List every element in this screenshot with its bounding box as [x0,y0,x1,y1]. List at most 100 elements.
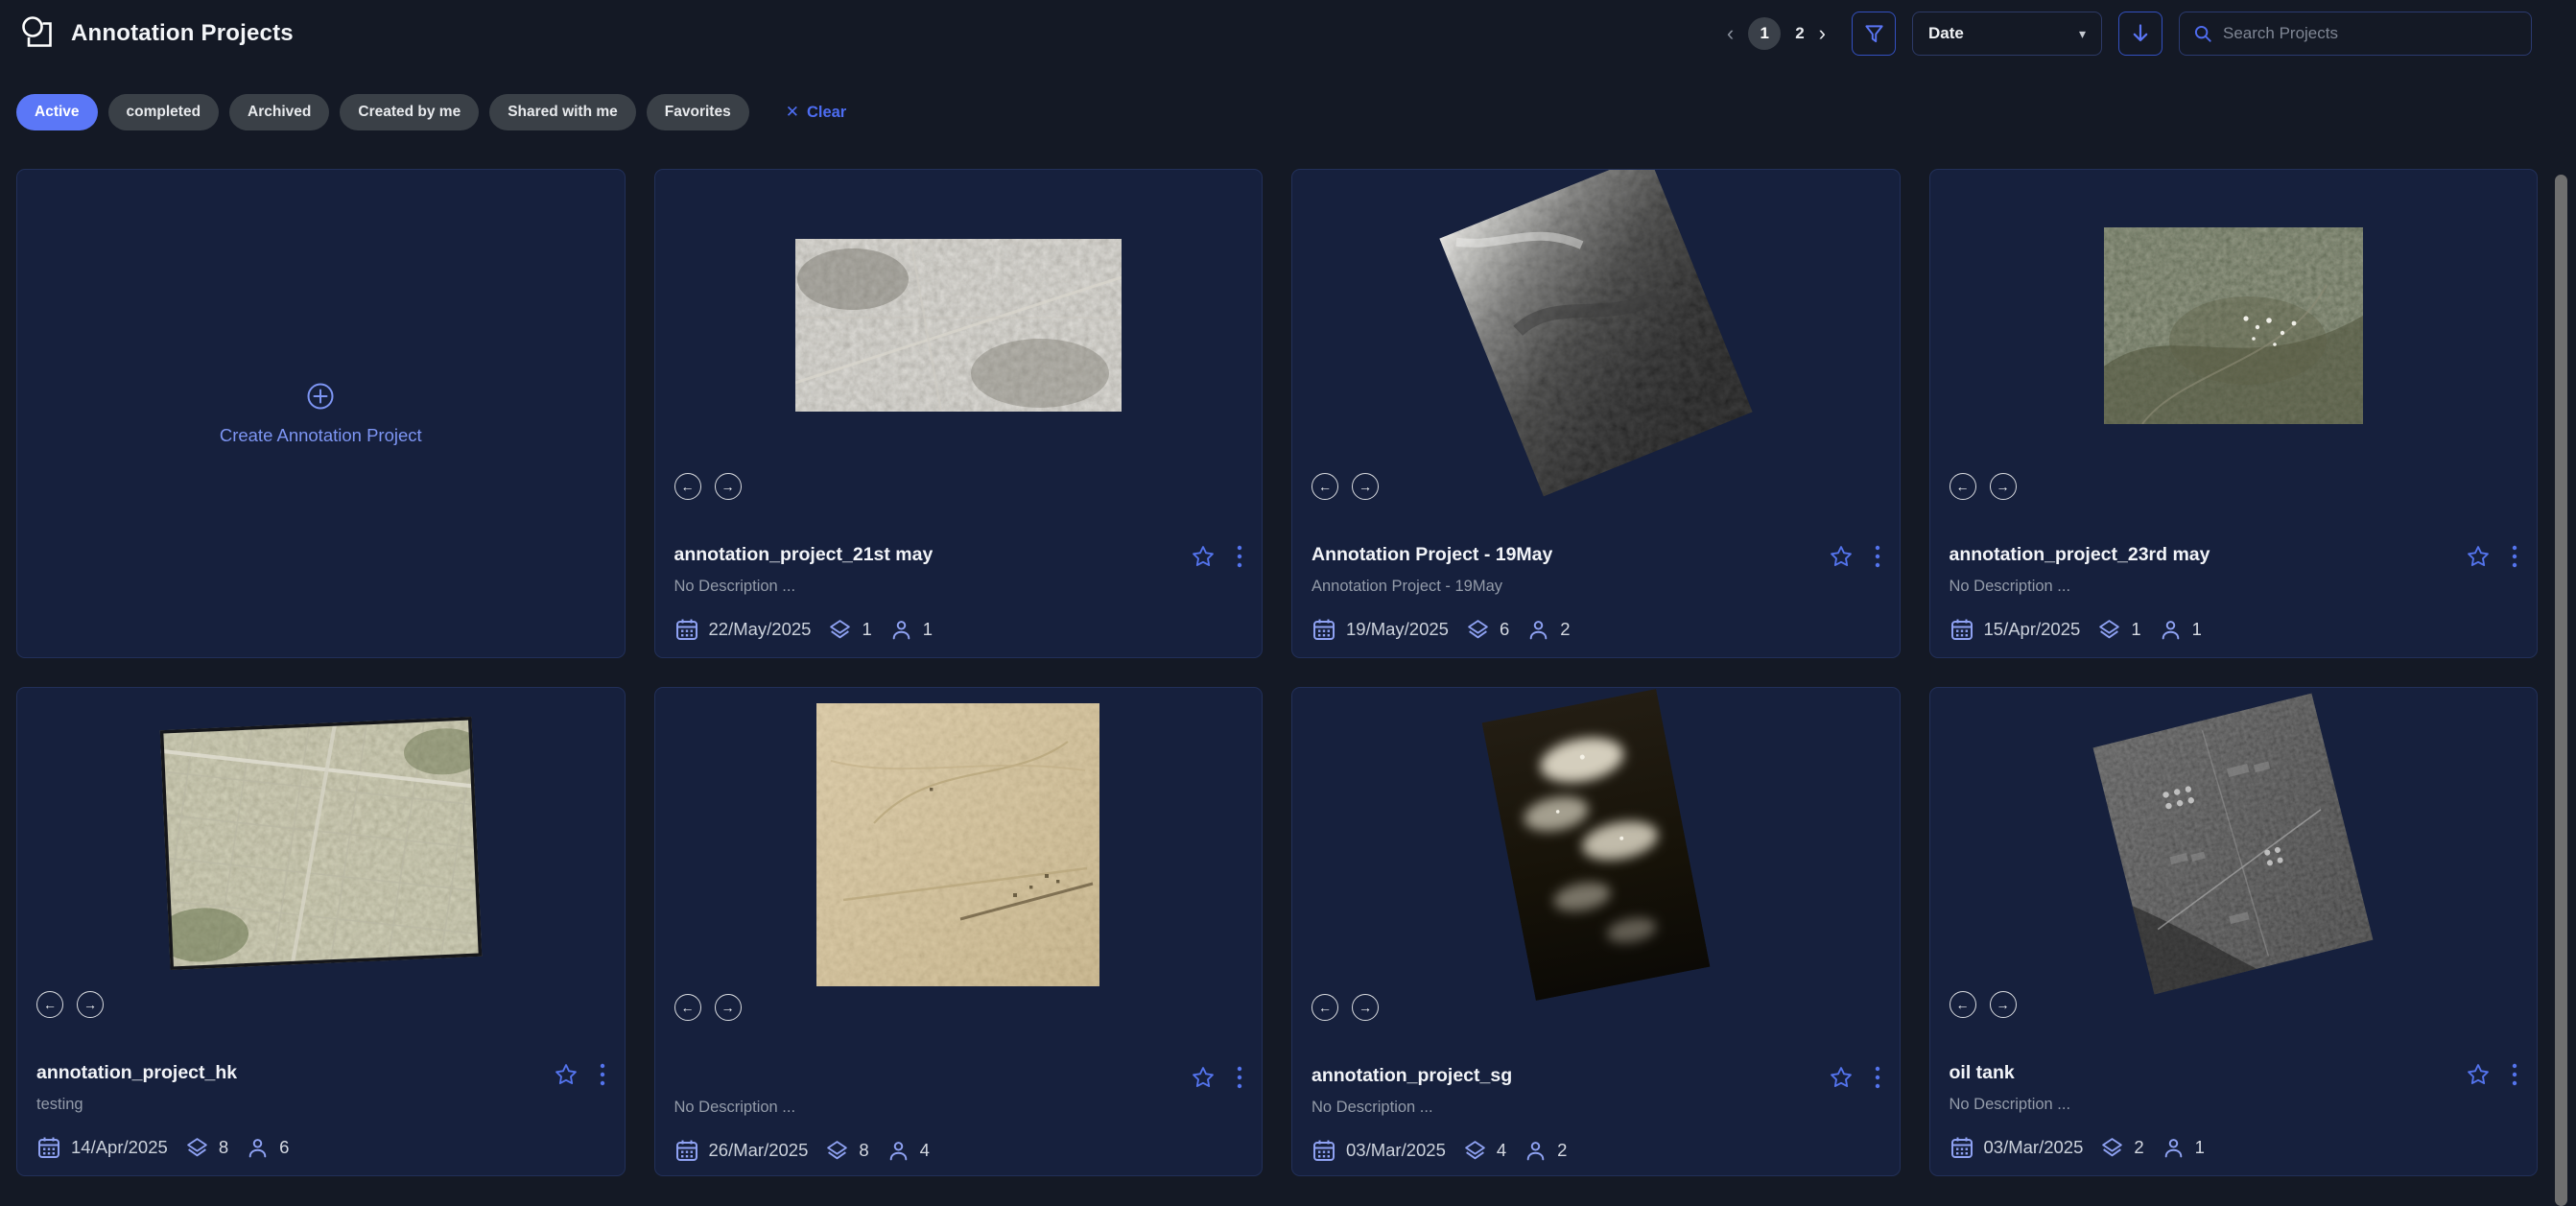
kebab-icon [1875,1066,1880,1089]
page-title: Annotation Projects [71,20,294,47]
project-date: 26/Mar/2025 [709,1140,809,1161]
prev-image-button[interactable]: ← [674,994,701,1021]
project-title: Annotation Project - 19May [1312,544,1552,566]
project-card[interactable]: ← → annotation_project_23rd may No Descr… [1929,169,2539,658]
more-options-button[interactable] [1875,545,1880,568]
person-icon [1526,618,1550,642]
kebab-icon [1237,545,1242,568]
layers-icon [1463,1139,1487,1163]
clear-label: Clear [807,104,846,122]
create-project-card[interactable]: Create Annotation Project [16,169,626,658]
users-count: 4 [920,1140,930,1161]
favorite-button[interactable] [2466,544,2491,569]
more-options-button[interactable] [2512,1063,2517,1086]
funnel-icon [1863,23,1885,45]
more-options-button[interactable] [1237,545,1242,568]
calendar-icon [1312,1138,1336,1163]
prev-image-button[interactable]: ← [674,473,701,500]
favorite-button[interactable] [1191,1065,1216,1090]
project-title: annotation_project_sg [1312,1065,1512,1087]
layers-icon [828,618,852,642]
sort-direction-button[interactable] [2118,12,2162,56]
pagination-next-icon[interactable]: › [1819,23,1826,44]
filter-chip-archived[interactable]: Archived [229,94,329,130]
more-options-button[interactable] [1237,1066,1242,1089]
calendar-icon [1312,617,1336,642]
filter-chip-shared-with-me[interactable]: Shared with me [489,94,636,130]
prev-image-button[interactable]: ← [1312,473,1338,500]
filter-chip-favorites[interactable]: Favorites [647,94,749,130]
layers-count: 1 [2131,619,2140,640]
scrollbar-thumb[interactable] [2555,175,2567,1206]
calendar-icon [674,1138,699,1163]
project-card[interactable]: ← → No Description ... [654,687,1264,1176]
project-description: No Description ... [1950,578,2518,596]
next-image-button[interactable]: → [1990,991,2017,1018]
project-meta: 03/Mar/2025 4 2 [1312,1138,1880,1163]
project-title: annotation_project_23rd may [1950,544,2210,566]
pagination: ‹ 1 2 › [1727,17,1826,50]
prev-image-button[interactable]: ← [1950,473,1976,500]
prev-image-button[interactable]: ← [1312,994,1338,1021]
prev-image-button[interactable]: ← [1950,991,1976,1018]
favorite-button[interactable] [2466,1062,2491,1087]
project-description: Annotation Project - 19May [1312,578,1880,596]
project-description: No Description ... [674,1099,1243,1117]
thumbnail-nav: ← → [674,994,1243,1021]
filter-button[interactable] [1852,12,1896,56]
thumbnail-area [36,703,605,983]
project-thumbnail [795,239,1122,412]
filter-chip-completed[interactable]: completed [108,94,220,130]
project-card[interactable]: ← → oil tank No Description ... [1929,687,2539,1176]
favorite-button[interactable] [1829,544,1854,569]
star-icon [1191,1065,1216,1090]
thumbnail-nav: ← → [674,473,1243,500]
project-card[interactable]: ← → Annotation Project - 19May Annotatio… [1291,169,1901,658]
project-card[interactable]: ← → annotation_project_sg No Description… [1291,687,1901,1176]
person-icon [889,618,913,642]
layers-icon [1466,618,1490,642]
star-icon [2466,544,2491,569]
thumbnail-area [674,703,1243,986]
date-sort-label: Date [1928,24,1964,43]
filter-chip-active[interactable]: Active [16,94,98,130]
users-count: 2 [1560,619,1570,640]
project-thumbnail [1481,689,1710,1001]
project-card[interactable]: ← → annotation_project_hk testing [16,687,626,1176]
more-options-button[interactable] [2512,545,2517,568]
close-icon: ✕ [786,103,799,122]
person-icon [246,1136,270,1160]
date-sort-select[interactable]: Date ▾ [1912,12,2102,56]
search-box [2179,12,2532,56]
next-image-button[interactable]: → [715,473,742,500]
star-icon [1829,544,1854,569]
next-image-button[interactable]: → [1352,473,1379,500]
next-image-button[interactable]: → [1352,994,1379,1021]
search-input[interactable] [2223,24,2517,43]
project-thumbnail [1439,169,1753,496]
header-controls: ‹ 1 2 › Date ▾ [1727,12,2553,56]
layers-icon [2100,1136,2124,1160]
pagination-prev-icon[interactable]: ‹ [1727,23,1734,44]
project-description: No Description ... [1312,1099,1880,1117]
filter-chip-created-by-me[interactable]: Created by me [340,94,479,130]
more-options-button[interactable] [1875,1066,1880,1089]
person-icon [886,1139,910,1163]
pagination-page-1[interactable]: 1 [1748,17,1781,50]
thumbnail-area [674,185,1243,465]
more-options-button[interactable] [600,1063,605,1086]
prev-image-button[interactable]: ← [36,991,63,1018]
next-image-button[interactable]: → [77,991,104,1018]
project-card[interactable]: ← → annotation_project_21st may No Descr… [654,169,1264,658]
favorite-button[interactable] [1191,544,1216,569]
favorite-button[interactable] [1829,1065,1854,1090]
thumbnail-area [1950,703,2518,983]
pagination-page-2[interactable]: 2 [1795,24,1804,43]
favorite-button[interactable] [554,1062,579,1087]
thumbnail-nav: ← → [1950,991,2518,1018]
layers-icon [2097,618,2121,642]
users-count: 6 [279,1137,289,1158]
next-image-button[interactable]: → [1990,473,2017,500]
next-image-button[interactable]: → [715,994,742,1021]
clear-filters-button[interactable]: ✕ Clear [786,103,847,122]
